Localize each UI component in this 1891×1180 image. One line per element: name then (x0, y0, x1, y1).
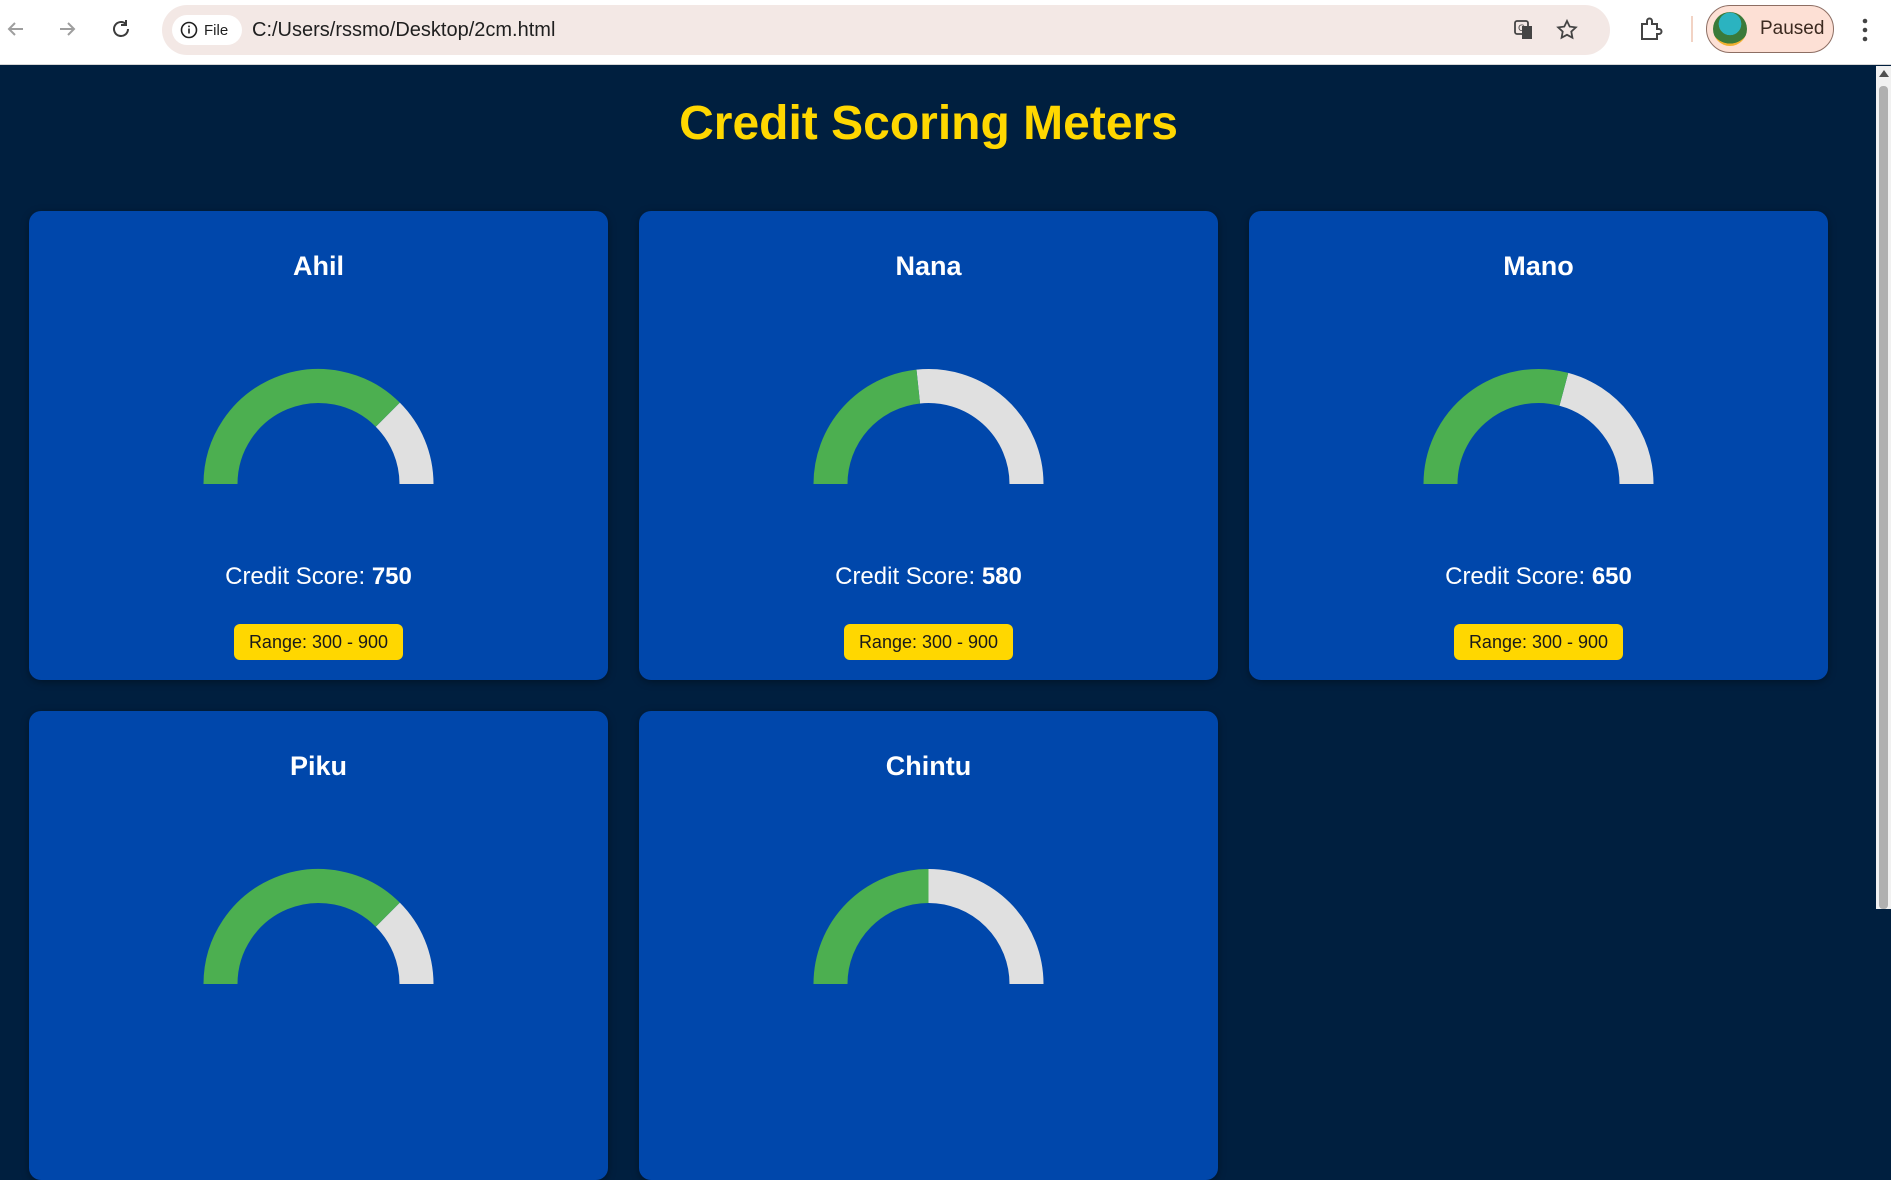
credit-score-value: 580 (981, 563, 1022, 590)
info-icon (180, 21, 198, 39)
gauge-fill (813, 869, 930, 985)
gauge-fill (203, 869, 400, 985)
credit-card-panel: Chintu (639, 711, 1218, 1180)
bookmark-button[interactable] (1555, 18, 1579, 42)
card-name: Chintu (885, 751, 972, 781)
reload-button[interactable] (105, 13, 137, 45)
credit-card-panel: Nana Credit Score: 580 Range: 300 - 900 (639, 211, 1218, 680)
credit-card-panel: Piku (29, 711, 608, 1180)
gauge-track (916, 369, 1044, 485)
scrollbar-thumb[interactable] (1879, 86, 1888, 909)
credit-score-text: Credit Score: 650 (1249, 563, 1828, 591)
credit-gauge (203, 869, 434, 985)
back-arrow-icon (7, 22, 23, 36)
gauge-track (927, 869, 1044, 985)
menu-button[interactable] (1858, 15, 1872, 45)
range-badge: Range: 300 - 900 (844, 624, 1013, 660)
browser-toolbar: File C:/Users/rssmo/Desktop/2cm.html G P… (0, 0, 1891, 65)
credit-score-text: Credit Score: 580 (639, 563, 1218, 591)
url-text[interactable]: C:/Users/rssmo/Desktop/2cm.html (252, 5, 555, 55)
translate-icon: G (1514, 20, 1532, 39)
translate-button[interactable]: G (1513, 18, 1537, 42)
file-chip-label: File (204, 21, 229, 39)
credit-score-value: 750 (371, 563, 412, 590)
more-vert-icon (1862, 18, 1868, 42)
profile-button[interactable]: Paused (1706, 5, 1834, 53)
credit-score-value: 650 (1591, 563, 1632, 590)
credit-score-label: Credit Score: (225, 563, 372, 590)
extensions-button[interactable] (1637, 15, 1665, 43)
card-name: Ahil (293, 251, 344, 281)
gauge-fill (203, 369, 400, 485)
range-badge: Range: 300 - 900 (1454, 624, 1623, 660)
gauge-fill (1423, 369, 1569, 485)
forward-arrow-icon (60, 22, 76, 36)
credit-score-label: Credit Score: (1445, 563, 1592, 590)
credit-gauge (1423, 369, 1654, 485)
svg-text:G: G (1518, 24, 1525, 34)
page-title: Credit Scoring Meters (679, 97, 1178, 150)
range-badge: Range: 300 - 900 (234, 624, 403, 660)
credit-gauge (813, 869, 1044, 985)
address-bar[interactable]: File C:/Users/rssmo/Desktop/2cm.html G (162, 5, 1610, 55)
card-name: Mano (1503, 251, 1574, 281)
reload-icon (113, 20, 129, 37)
credit-card-panel: Ahil Credit Score: 750 Range: 300 - 900 (29, 211, 608, 680)
back-button[interactable] (0, 13, 32, 45)
site-info-chip[interactable]: File (172, 15, 242, 45)
credit-gauge (203, 369, 434, 485)
puzzle-icon (1641, 17, 1663, 40)
card-name: Piku (289, 751, 348, 781)
scroll-up-arrow-icon[interactable] (1879, 70, 1889, 77)
credit-card-panel: Mano Credit Score: 650 Range: 300 - 900 (1249, 211, 1828, 680)
credit-gauge (813, 369, 1044, 485)
profile-status: Paused (1760, 18, 1825, 39)
credit-score-label: Credit Score: (835, 563, 982, 590)
forward-button[interactable] (51, 13, 83, 45)
gauge-track (375, 902, 434, 985)
gauge-fill (813, 369, 921, 485)
credit-score-text: Credit Score: 750 (29, 563, 608, 591)
star-icon (1556, 18, 1578, 40)
gauge-track (375, 402, 434, 485)
toolbar-divider (1691, 16, 1693, 42)
card-name: Nana (895, 251, 962, 281)
avatar (1713, 12, 1747, 46)
gauge-track (1558, 372, 1654, 485)
